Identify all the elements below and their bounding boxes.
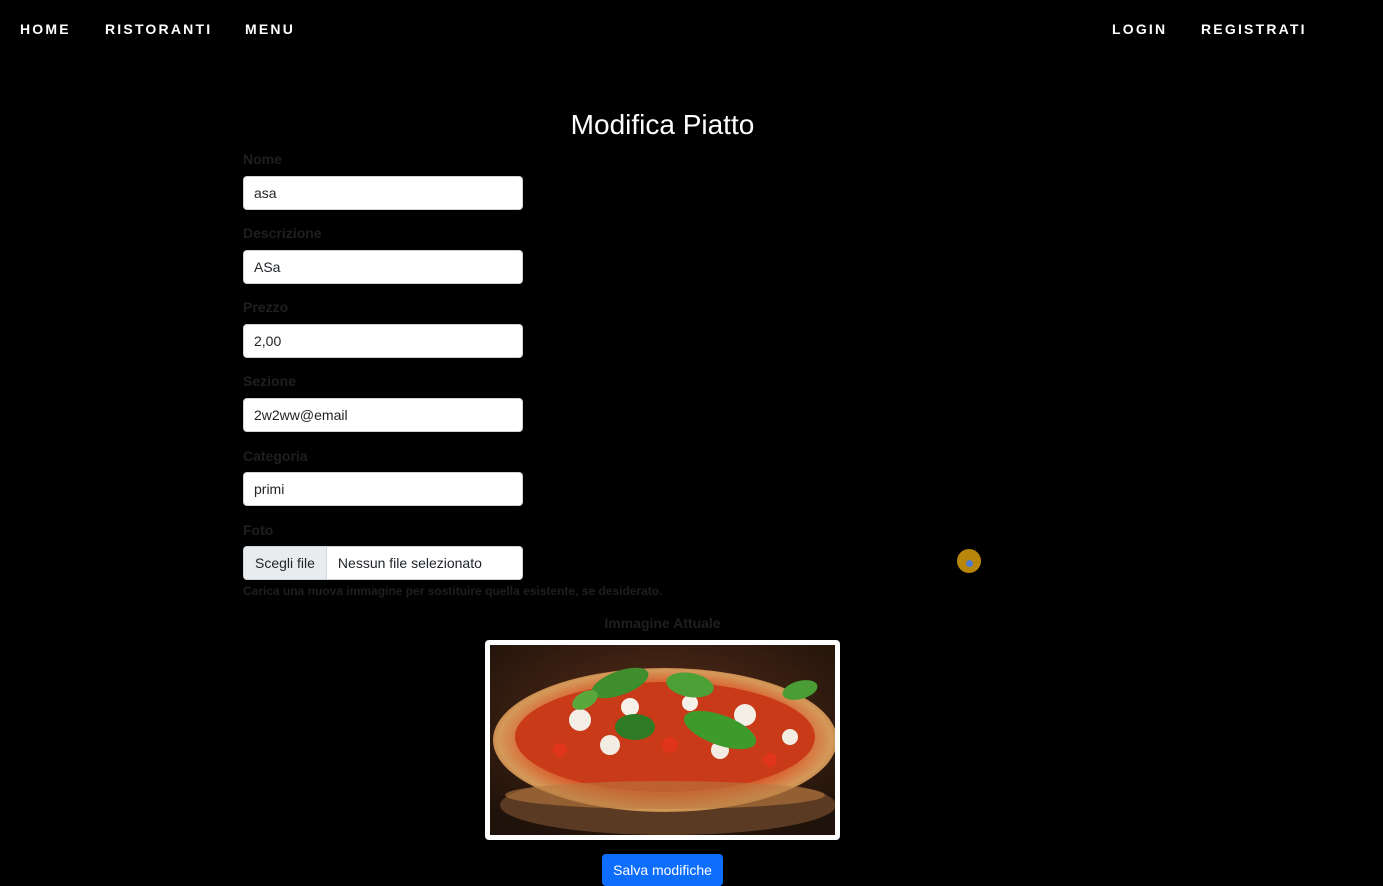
nome-input[interactable] <box>243 176 523 210</box>
descrizione-label: Descrizione <box>243 225 322 241</box>
current-image <box>485 640 840 840</box>
prezzo-label: Prezzo <box>243 299 289 315</box>
foto-help-text: Carica una nuova immagine per sostituire… <box>243 584 663 598</box>
categoria-input[interactable] <box>243 472 523 506</box>
foto-label: Foto <box>243 522 274 538</box>
categoria-label: Categoria <box>243 448 308 464</box>
choose-file-button[interactable]: Scegli file <box>244 547 327 579</box>
foto-file-input[interactable]: Scegli file Nessun file selezionato <box>243 546 523 580</box>
cursor-indicator <box>957 549 981 573</box>
descrizione-input[interactable] <box>243 250 523 284</box>
save-changes-button[interactable]: Salva modifiche <box>602 854 723 886</box>
prezzo-input[interactable] <box>243 324 523 358</box>
current-image-label: Immagine Attuale <box>604 615 721 631</box>
nav-login-link[interactable]: LOGIN <box>1112 21 1167 37</box>
navbar: HOME RISTORANTI MENU LOGIN REGISTRATI <box>0 0 1383 58</box>
nav-ristoranti-link[interactable]: RISTORANTI <box>105 21 212 37</box>
sezione-label: Sezione <box>243 373 296 389</box>
nav-registrati-link[interactable]: REGISTRATI <box>1201 21 1307 37</box>
nav-menu-link[interactable]: MENU <box>245 21 295 37</box>
page-title: Modifica Piatto <box>570 109 755 140</box>
file-status-text: Nessun file selezionato <box>337 555 482 571</box>
nome-label: Nome <box>243 151 282 167</box>
nav-home-link[interactable]: HOME <box>20 21 71 37</box>
pizza-photo-icon <box>490 645 835 835</box>
sezione-input[interactable] <box>243 398 523 432</box>
